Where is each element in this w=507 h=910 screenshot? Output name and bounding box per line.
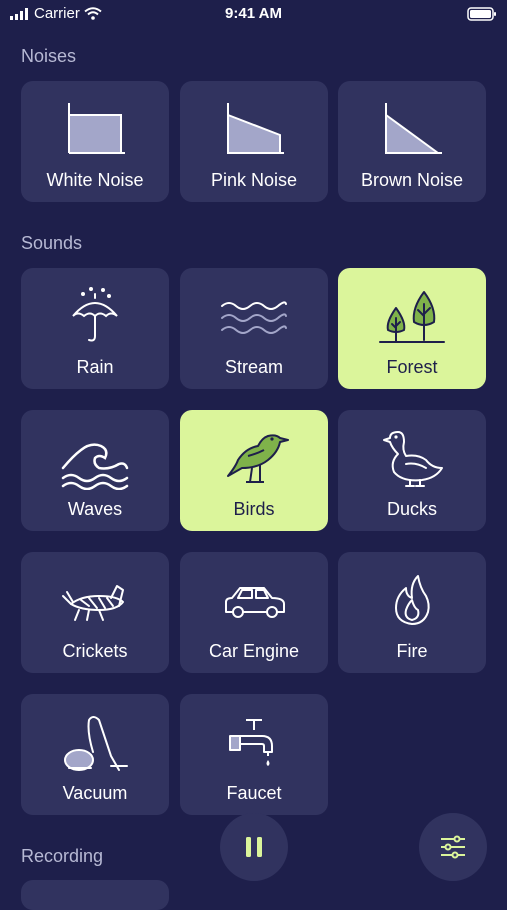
brown-noise-icon [338, 99, 486, 157]
battery-icon [467, 7, 497, 26]
recording-section-title: Recording [21, 846, 104, 866]
tile-label: Stream [224, 357, 284, 377]
fire-tile[interactable]: Fire [338, 552, 486, 673]
tile-label: Crickets [62, 641, 128, 661]
brown-noise-tile[interactable]: Brown Noise [338, 81, 486, 202]
duck-icon [338, 428, 486, 490]
wave-icon [21, 428, 169, 490]
white-noise-icon [21, 99, 169, 157]
tile-label: Pink Noise [210, 170, 298, 190]
recording-tile[interactable] [21, 880, 169, 910]
tile-label: Faucet [226, 783, 282, 803]
stream-tile[interactable]: Stream [180, 268, 328, 389]
flame-icon [338, 570, 486, 632]
rain-tile[interactable]: Rain [21, 268, 169, 389]
tile-label: Brown Noise [360, 170, 464, 190]
umbrella-icon [21, 286, 169, 348]
forest-tile[interactable]: Forest [338, 268, 486, 389]
tile-label: White Noise [46, 170, 144, 190]
sounds-section-title: Sounds [21, 233, 83, 253]
vacuum-tile[interactable]: Vacuum [21, 694, 169, 815]
tile-label: Car Engine [208, 641, 300, 661]
stream-icon [180, 286, 328, 346]
tile-label: Rain [76, 357, 114, 377]
crickets-tile[interactable]: Crickets [21, 552, 169, 673]
status-time: 9:41 AM [225, 5, 282, 22]
faucet-tile[interactable]: Faucet [180, 694, 328, 815]
car-engine-tile[interactable]: Car Engine [180, 552, 328, 673]
trees-icon [338, 286, 486, 348]
noises-section-title: Noises [21, 46, 77, 66]
waves-tile[interactable]: Waves [21, 410, 169, 531]
pause-button[interactable] [220, 813, 288, 881]
tile-label: Birds [233, 499, 275, 519]
pink-noise-icon [180, 99, 328, 157]
status-bar: Carrier 9:41 AM [0, 0, 507, 28]
faucet-icon [180, 712, 328, 774]
white-noise-tile[interactable]: White Noise [21, 81, 169, 202]
ducks-tile[interactable]: Ducks [338, 410, 486, 531]
pause-icon [246, 837, 262, 857]
sliders-icon [441, 835, 465, 859]
birds-tile[interactable]: Birds [180, 410, 328, 531]
pink-noise-tile[interactable]: Pink Noise [180, 81, 328, 202]
bird-icon [180, 428, 328, 490]
car-icon [180, 570, 328, 632]
tile-label: Forest [386, 357, 438, 377]
tile-label: Vacuum [62, 783, 128, 803]
tile-label: Fire [396, 641, 428, 661]
tile-label: Waves [67, 499, 123, 519]
mixer-settings-button[interactable] [419, 813, 487, 881]
cricket-icon [21, 570, 169, 632]
tile-label: Ducks [386, 499, 437, 519]
vacuum-icon [21, 712, 169, 774]
